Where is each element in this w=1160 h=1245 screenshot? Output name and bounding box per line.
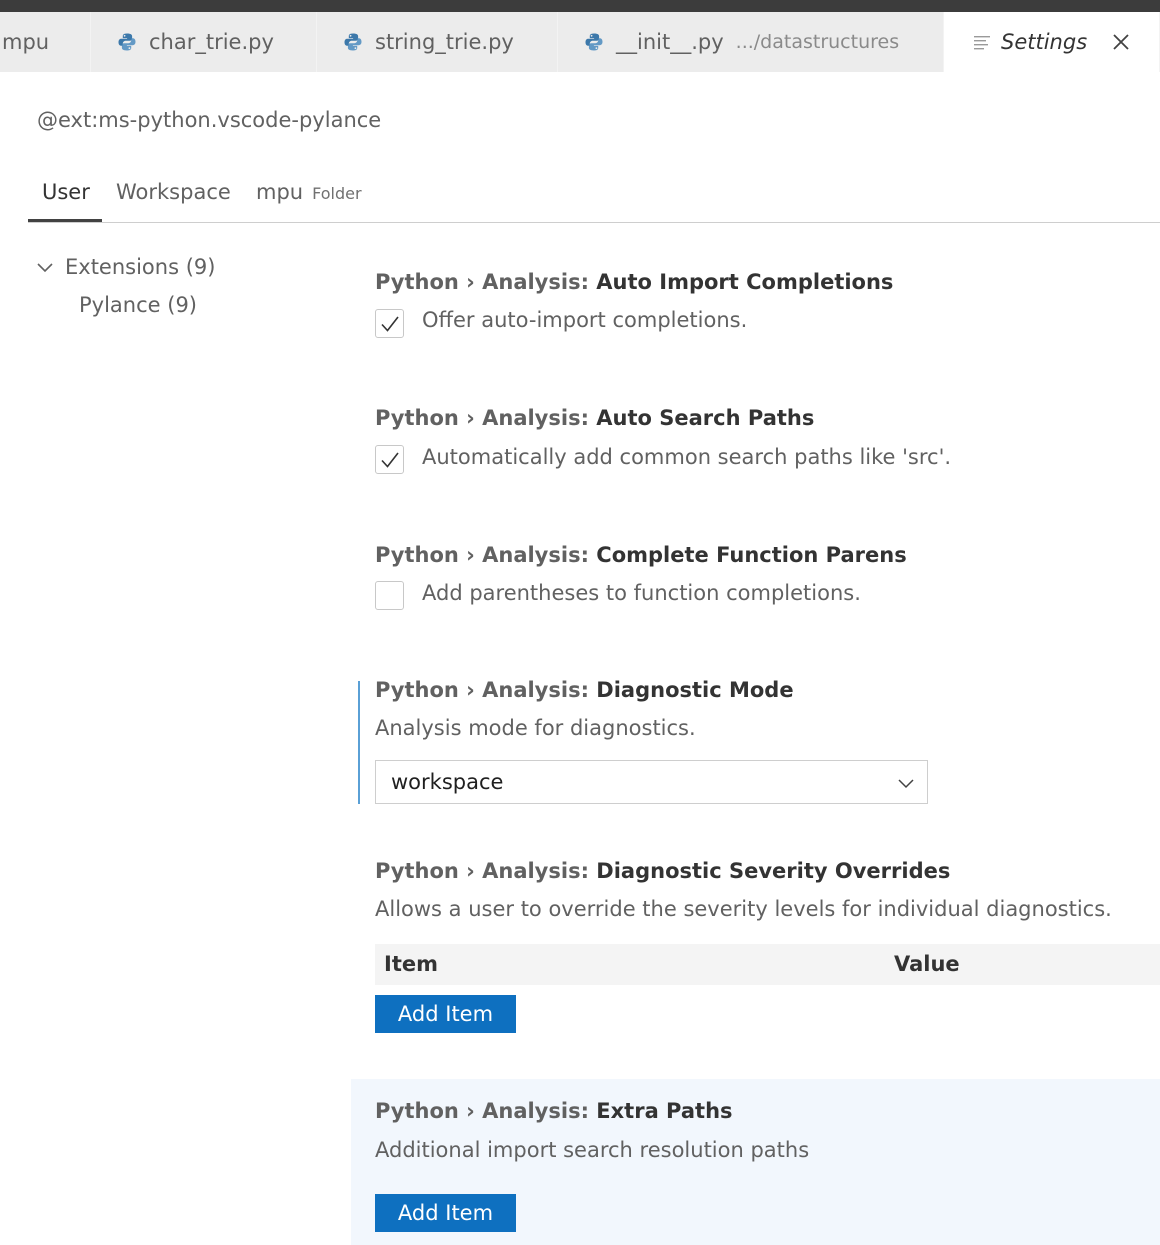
setting-description: Add parentheses to function completions. [422, 581, 861, 605]
focused-setting-indicator [358, 681, 360, 804]
setting-category: Python › Analysis: [375, 406, 597, 430]
column-header-item: Item [384, 952, 438, 976]
setting-key: Diagnostic Severity Overrides [596, 859, 951, 883]
setting-title-diagnostic-severity-overrides: Python › Analysis: Diagnostic Severity O… [375, 859, 950, 883]
setting-category: Python › Analysis: [375, 678, 597, 702]
checkmark-icon [381, 316, 399, 332]
folder-name: mpu [256, 180, 304, 204]
tab-user[interactable]: User [42, 180, 90, 204]
tab-label: char_trie.py [149, 30, 274, 54]
overrides-table-header: Item Value [375, 944, 1160, 985]
tab-settings[interactable]: Settings [944, 12, 1160, 72]
setting-category: Python › Analysis: [375, 1099, 597, 1123]
auto-import-completions-checkbox[interactable] [375, 309, 404, 338]
setting-description: Analysis mode for diagnostics. [375, 716, 696, 740]
setting-description: Allows a user to override the severity l… [375, 897, 1112, 921]
chevron-down-icon [898, 779, 914, 789]
setting-key: Complete Function Parens [596, 543, 907, 567]
folder-hint: Folder [312, 184, 362, 203]
checkmark-icon [381, 452, 399, 468]
column-header-value: Value [894, 952, 960, 976]
close-icon[interactable] [1109, 30, 1133, 54]
setting-category: Python › Analysis: [375, 543, 597, 567]
header-divider [28, 222, 1160, 223]
python-file-icon [344, 33, 362, 51]
toc-extensions[interactable]: Extensions (9) [36, 255, 215, 279]
setting-title-auto-search-paths: Python › Analysis: Auto Search Paths [375, 406, 814, 430]
editor-tab-bar: mpu char_trie.py string_trie.py __init__… [0, 12, 1160, 72]
toc-pylance[interactable]: Pylance (9) [79, 293, 197, 317]
setting-title-auto-import-completions: Python › Analysis: Auto Import Completio… [375, 270, 893, 294]
tab-string-trie[interactable]: string_trie.py [317, 12, 558, 72]
settings-search-query[interactable]: @ext:ms-python.vscode-pylance [37, 108, 381, 132]
tab-folder[interactable]: mpu Folder [256, 180, 362, 204]
diagnostic-mode-select[interactable]: workspace [375, 760, 928, 804]
tab-char-trie[interactable]: char_trie.py [91, 12, 317, 72]
toc-extensions-label: Extensions (9) [65, 255, 216, 279]
tab-label: string_trie.py [375, 30, 514, 54]
python-file-icon [118, 33, 136, 51]
setting-description: Automatically add common search paths li… [422, 445, 952, 469]
setting-description: Additional import search resolution path… [375, 1138, 810, 1162]
setting-category: Python › Analysis: [375, 270, 597, 294]
add-item-button[interactable]: Add Item [375, 1194, 516, 1232]
tab-description: .../datastructures [735, 31, 900, 53]
tab-label: __init__.py [616, 30, 724, 54]
auto-search-paths-checkbox[interactable] [375, 445, 404, 474]
tab-label: mpu [2, 30, 50, 54]
setting-title-diagnostic-mode: Python › Analysis: Diagnostic Mode [375, 678, 794, 702]
tab-init[interactable]: __init__.py .../datastructures [558, 12, 944, 72]
tab-label: Settings [1001, 30, 1088, 54]
setting-key: Diagnostic Mode [596, 678, 794, 702]
add-item-button[interactable]: Add Item [375, 995, 516, 1033]
select-value: workspace [391, 770, 504, 794]
complete-function-parens-checkbox[interactable] [375, 581, 404, 610]
settings-file-icon [974, 36, 990, 50]
tab-mpu[interactable]: mpu [0, 12, 91, 72]
setting-category: Python › Analysis: [375, 859, 597, 883]
setting-key: Auto Import Completions [596, 270, 894, 294]
chevron-down-icon [37, 263, 53, 273]
tab-workspace[interactable]: Workspace [116, 180, 231, 204]
setting-description: Offer auto-import completions. [422, 308, 748, 332]
title-strip [0, 0, 1160, 12]
setting-title-extra-paths: Python › Analysis: Extra Paths [375, 1099, 733, 1123]
setting-key: Extra Paths [596, 1099, 733, 1123]
setting-title-complete-function-parens: Python › Analysis: Complete Function Par… [375, 543, 907, 567]
setting-key: Auto Search Paths [596, 406, 815, 430]
python-file-icon [585, 33, 603, 51]
